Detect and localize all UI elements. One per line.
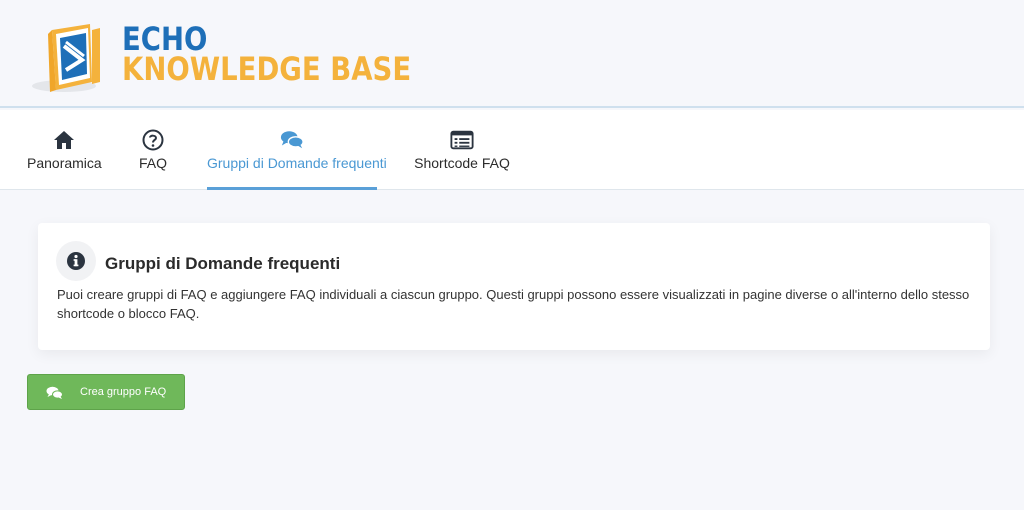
create-faq-group-label: Crea gruppo FAQ — [80, 386, 167, 398]
create-faq-group-button[interactable]: Crea gruppo FAQ — [27, 374, 185, 410]
tab-shortcode-faq[interactable]: Shortcode FAQ — [414, 110, 510, 190]
home-icon — [52, 128, 76, 152]
comments-icon — [280, 128, 304, 152]
tab-gruppi-domande-frequenti[interactable]: Gruppi di Domande frequenti — [207, 110, 387, 190]
comments-icon — [46, 386, 63, 399]
nav-tabs: Panoramica FAQ Gruppi di Domande frequen… — [0, 110, 1024, 190]
info-card: Gruppi di Domande frequenti Puoi creare … — [38, 223, 990, 350]
list-alt-icon — [450, 128, 474, 152]
tab-gruppi-label: Gruppi di Domande frequenti — [207, 155, 387, 171]
info-card-title: Gruppi di Domande frequenti — [105, 254, 341, 273]
tab-panoramica[interactable]: Panoramica — [27, 110, 102, 190]
info-card-description: Puoi creare gruppi di FAQ e aggiungere F… — [57, 287, 970, 321]
tab-faq-label: FAQ — [138, 155, 167, 171]
header: ECHO KNOWLEDGE BASE — [0, 0, 1024, 108]
logo-line-knowledge-base: KNOWLEDGE BASE — [122, 50, 412, 88]
question-circle-icon — [141, 128, 165, 152]
info-circle-icon — [56, 241, 96, 281]
book-logo-icon — [32, 24, 100, 92]
tab-shortcode-label: Shortcode FAQ — [414, 155, 510, 171]
tab-panoramica-label: Panoramica — [27, 155, 102, 171]
tab-faq[interactable]: FAQ — [132, 110, 174, 190]
echo-kb-logo: ECHO KNOWLEDGE BASE — [30, 20, 430, 96]
logo-text: ECHO KNOWLEDGE BASE — [122, 23, 458, 88]
